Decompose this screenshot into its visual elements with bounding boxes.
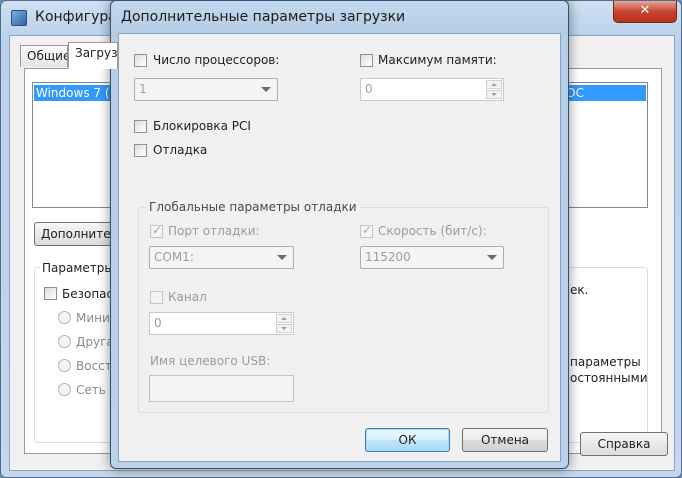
debug-port-label: Порт отладки: bbox=[168, 224, 260, 238]
close-icon[interactable]: ✕ bbox=[613, 1, 677, 23]
os-list-item-label: Windows 7 (C bbox=[36, 86, 118, 100]
channel-spinner[interactable]: 0 bbox=[149, 312, 294, 335]
baud-rate-value: 115200 bbox=[365, 250, 411, 264]
dialog-client-area: Число процессоров: 1 Максимум памяти: 0 … bbox=[118, 33, 561, 462]
radio-icon bbox=[58, 359, 71, 372]
check-icon: ✓ bbox=[362, 223, 373, 237]
max-memory-label: Максимум памяти: bbox=[378, 53, 497, 67]
tab-boot[interactable]: Загрузк bbox=[68, 42, 118, 69]
usb-target-field[interactable] bbox=[149, 375, 294, 402]
max-memory-checkbox[interactable] bbox=[360, 54, 373, 67]
spin-down-icon[interactable] bbox=[276, 324, 292, 333]
debug-port-value: COM1: bbox=[154, 250, 194, 264]
radio-icon bbox=[58, 311, 71, 324]
radio-icon bbox=[58, 335, 71, 348]
debug-port-combo[interactable]: COM1: bbox=[149, 246, 294, 269]
debug-label: Отладка bbox=[153, 143, 208, 157]
spin-down-icon[interactable] bbox=[486, 90, 502, 99]
baud-rate-checkbox[interactable]: ✓ bbox=[360, 223, 373, 238]
max-memory-spinner[interactable]: 0 bbox=[360, 78, 504, 101]
channel-checkbox[interactable] bbox=[150, 291, 163, 304]
debug-checkbox[interactable] bbox=[134, 144, 147, 157]
debug-port-checkbox[interactable]: ✓ bbox=[150, 223, 163, 238]
spinner-buttons bbox=[276, 314, 292, 333]
pci-lock-label: Блокировка PCI bbox=[153, 119, 251, 133]
side-text-3: остоянными bbox=[570, 371, 648, 385]
spin-up-icon[interactable] bbox=[486, 80, 502, 89]
safe-boot-checkbox[interactable] bbox=[44, 287, 57, 300]
chevron-down-icon bbox=[277, 255, 287, 260]
processors-combo[interactable]: 1 bbox=[134, 78, 278, 101]
spinner-buttons bbox=[486, 80, 502, 99]
side-text-1: ек. bbox=[570, 283, 589, 297]
chevron-down-icon bbox=[487, 255, 497, 260]
safe-boot-label: Безопас bbox=[62, 287, 114, 301]
app-icon bbox=[11, 10, 27, 26]
pci-lock-checkbox[interactable] bbox=[134, 120, 147, 133]
radio-network-label: Сеть bbox=[76, 383, 106, 397]
baud-rate-label: Скорость (бит/с): bbox=[378, 224, 487, 238]
radio-icon bbox=[58, 383, 71, 396]
side-text-2: параметры bbox=[570, 355, 641, 369]
tab-general[interactable]: Общие bbox=[20, 45, 68, 67]
chevron-down-icon bbox=[261, 87, 271, 92]
safe-boot-row[interactable]: Безопас bbox=[44, 287, 113, 301]
global-debug-group-label: Глобальные параметры отладки bbox=[146, 200, 360, 214]
spin-up-icon[interactable] bbox=[276, 314, 292, 323]
usb-target-label: Имя целевого USB: bbox=[150, 354, 271, 368]
max-memory-value: 0 bbox=[365, 82, 373, 96]
check-icon: ✓ bbox=[152, 223, 163, 237]
channel-value: 0 bbox=[154, 316, 162, 330]
cancel-button[interactable]: Отмена bbox=[462, 428, 548, 452]
help-button[interactable]: Справка bbox=[580, 432, 668, 456]
advanced-boot-options-dialog: Дополнительные параметры загрузки Число … bbox=[110, 0, 569, 469]
dialog-title: Дополнительные параметры загрузки bbox=[121, 9, 406, 25]
processors-label: Число процессоров: bbox=[153, 53, 280, 67]
processors-checkbox[interactable] bbox=[134, 54, 147, 67]
processors-value: 1 bbox=[139, 82, 147, 96]
radio-network[interactable]: Сеть bbox=[58, 383, 106, 397]
baud-rate-combo[interactable]: 115200 bbox=[360, 246, 504, 269]
channel-label: Канал bbox=[168, 290, 207, 304]
ok-button[interactable]: ОК bbox=[365, 428, 450, 452]
